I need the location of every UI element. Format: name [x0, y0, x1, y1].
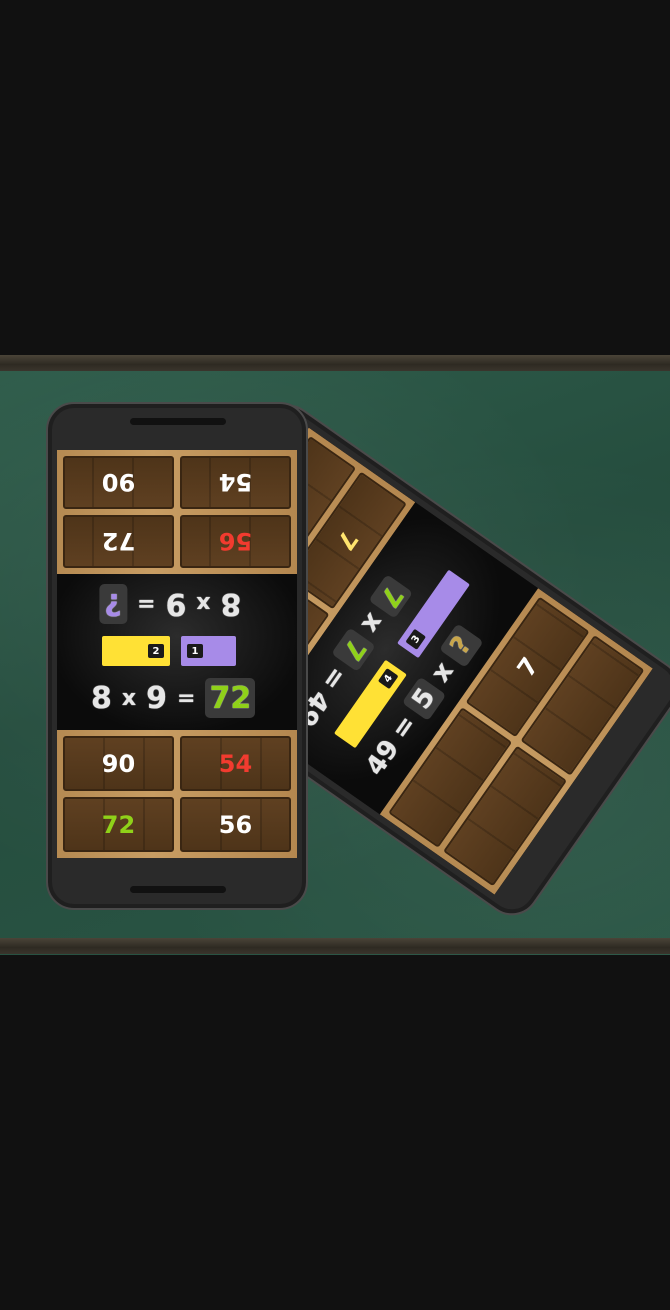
equals-label: =	[315, 660, 353, 696]
question-box: ?	[99, 584, 127, 624]
equals-label: =	[385, 709, 423, 745]
equals-label: =	[137, 591, 156, 617]
operand-label: 9	[146, 680, 167, 716]
answer-tile[interactable]: 54	[180, 736, 291, 791]
score-badge: 4	[377, 668, 399, 690]
phone-front-speaker-bottom	[130, 886, 226, 893]
operand-label: 9	[165, 586, 187, 622]
operator-label: x	[196, 591, 211, 617]
phone-front-speaker-top	[130, 418, 226, 425]
phone-front-screen: 90 54 72 56 8 x 9 = ? 2 1 8 x 9 = 72 90 …	[57, 450, 297, 858]
operand-label: 8	[91, 680, 112, 716]
board-frame-bottom	[0, 938, 670, 954]
equation-mirrored: 8 x 9 = ?	[99, 584, 241, 624]
answer-tile[interactable]: 54	[180, 456, 291, 509]
answer-tile[interactable]: 90	[63, 736, 174, 791]
answer-tile[interactable]: 72	[63, 515, 174, 568]
score-bar-purple: 1	[181, 636, 236, 666]
answer-tile[interactable]: 90	[63, 456, 174, 509]
result-label: 49	[360, 734, 406, 782]
question-box: 5	[401, 676, 447, 722]
question-panel: 8 x 9 = ? 2 1 8 x 9 = 72	[57, 574, 297, 730]
operand-label: 8	[220, 586, 242, 622]
answer-box: 72	[205, 678, 256, 718]
opponent-answer-grid: 90 54 72 56	[57, 450, 297, 574]
operator-label: x	[121, 685, 137, 711]
answer-tile[interactable]: 56	[180, 515, 291, 568]
score-bar-yellow: 2	[102, 636, 170, 666]
score-badge: 1	[187, 644, 203, 658]
equation: 8 x 9 = 72	[91, 678, 256, 718]
board-frame-top	[0, 355, 670, 371]
question-box: ?	[438, 623, 484, 669]
score-badge: 2	[148, 644, 164, 658]
score-badge: 3	[405, 628, 427, 650]
answer-tile[interactable]: 72	[63, 797, 174, 852]
phone-front: 90 54 72 56 8 x 9 = ? 2 1 8 x 9 = 72 90 …	[46, 402, 308, 910]
player-answer-grid: 90 54 72 56	[57, 730, 297, 858]
question-box: 7	[331, 627, 376, 672]
answer-tile[interactable]: 56	[180, 797, 291, 852]
operator-label: x	[355, 607, 390, 639]
question-box: 7	[368, 574, 414, 619]
equals-label: =	[176, 685, 196, 711]
